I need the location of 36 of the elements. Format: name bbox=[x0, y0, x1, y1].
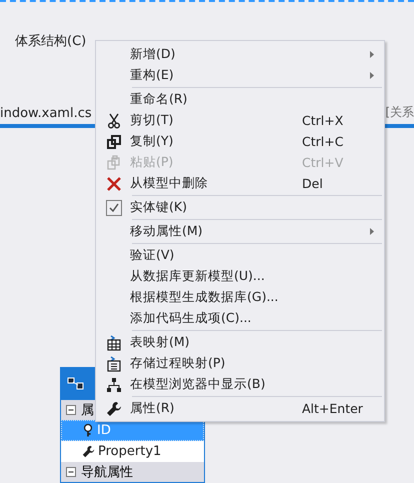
checkbox[interactable] bbox=[106, 200, 122, 216]
menu-item[interactable]: 剪切(T) Ctrl+X bbox=[98, 110, 382, 131]
clipboard-icon bbox=[106, 154, 122, 170]
section-label: 属 bbox=[81, 402, 94, 419]
section-label: 导航属性 bbox=[81, 464, 133, 481]
side-label: [关系 bbox=[385, 104, 414, 121]
menu-item[interactable]: 验证(V) bbox=[98, 245, 382, 266]
menu-item[interactable]: 存储过程映射(P) bbox=[98, 353, 382, 374]
checkmark-icon bbox=[109, 202, 119, 212]
copy-icon bbox=[106, 134, 122, 150]
document-tab[interactable]: indow.xaml.cs bbox=[0, 106, 92, 124]
menu-item[interactable]: 在模型浏览器中显示(B) bbox=[98, 374, 382, 395]
menu-item[interactable]: 从模型中删除 Del bbox=[98, 173, 382, 194]
scissors-icon bbox=[106, 112, 122, 128]
entity-icon bbox=[67, 376, 85, 392]
menu-item[interactable]: 根据模型生成数据库(G)... bbox=[98, 287, 382, 308]
menu-item[interactable]: 新增(D) bbox=[98, 44, 382, 65]
property-name: ID bbox=[97, 423, 111, 438]
delete-icon bbox=[106, 176, 122, 192]
menu-item[interactable]: 重构(E) bbox=[98, 65, 382, 86]
collapse-icon[interactable] bbox=[66, 467, 76, 477]
procedure-mapping-icon bbox=[106, 356, 122, 372]
collapse-icon[interactable] bbox=[66, 405, 76, 415]
wrench-icon bbox=[106, 400, 122, 416]
property-name: Property1 bbox=[98, 444, 162, 459]
menu-item[interactable]: 表映射(M) bbox=[98, 332, 382, 353]
menu-item[interactable]: 从数据库更新模型(U)... bbox=[98, 266, 382, 287]
menu-item[interactable]: 复制(Y) Ctrl+C bbox=[98, 131, 382, 152]
menu-bar-item[interactable]: 体系结构(C) bbox=[15, 32, 86, 54]
menu-item[interactable]: 重命名(R) bbox=[98, 89, 382, 110]
menu-item[interactable]: 属性(R) Alt+Enter bbox=[98, 398, 382, 419]
menu-item[interactable]: 添加代码生成项(C)... bbox=[98, 308, 382, 329]
menu-item[interactable]: 实体键(K) bbox=[98, 197, 382, 218]
table-mapping-icon bbox=[106, 334, 122, 350]
hierarchy-icon bbox=[106, 376, 122, 392]
menu-item[interactable]: 移动属性(M) bbox=[98, 221, 382, 242]
